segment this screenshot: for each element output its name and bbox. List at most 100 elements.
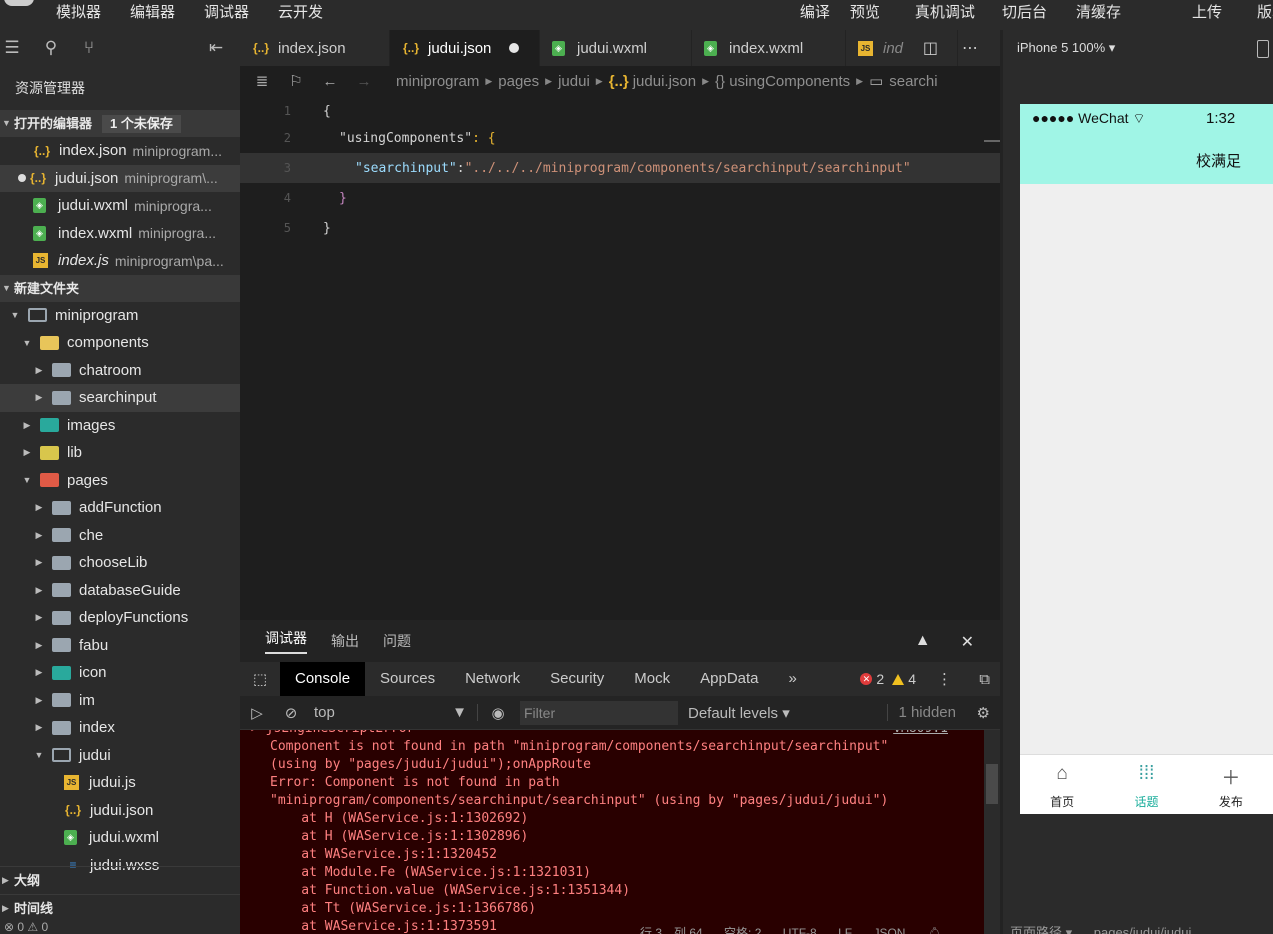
tab-publish[interactable]: ＋ 发布 bbox=[1189, 755, 1273, 814]
back-arrow-icon[interactable]: ← bbox=[318, 73, 342, 90]
timeline-header[interactable]: ▶ 时间线 bbox=[0, 894, 240, 921]
tree-item[interactable]: ▶ images bbox=[0, 412, 240, 440]
open-editor-item[interactable]: JS index.js miniprogram\pa... bbox=[0, 247, 240, 275]
tree-item[interactable]: ▶ che bbox=[0, 522, 240, 550]
source-link[interactable]: VM809:1 bbox=[893, 730, 948, 738]
tab-output[interactable]: 输出 bbox=[331, 631, 359, 651]
bookmark-icon[interactable]: ⚐ bbox=[284, 72, 308, 90]
folder-header[interactable]: ▼ 新建文件夹 bbox=[0, 274, 240, 302]
upload-button[interactable]: 上传 bbox=[1192, 1, 1222, 22]
tree-item[interactable]: ▶ databaseGuide bbox=[0, 577, 240, 605]
issue-counts[interactable]: ✕ 2 4 bbox=[860, 671, 916, 687]
menu-simulator[interactable]: 模拟器 bbox=[56, 1, 101, 22]
open-editor-item[interactable]: {..} judui.json miniprogram\... bbox=[0, 164, 240, 192]
cursor-position[interactable]: 行 3，列 64 bbox=[640, 926, 703, 934]
levels-dropdown[interactable]: Default levels ▾ bbox=[688, 704, 838, 722]
preview-button[interactable]: 预览 bbox=[850, 1, 880, 22]
tree-item[interactable]: ▶ searchinput bbox=[0, 384, 240, 412]
tab-sources[interactable]: Sources bbox=[365, 662, 450, 696]
problems-status[interactable]: ⊗ 0 ⚠ 0 bbox=[0, 920, 48, 934]
device-select[interactable]: iPhone 5 100% ▾ bbox=[1017, 40, 1115, 56]
editor-tab[interactable]: ◈ index.wxml bbox=[692, 30, 846, 66]
tab-debugger[interactable]: 调试器 bbox=[265, 628, 307, 654]
open-editor-item[interactable]: ◈ judui.wxml miniprogra... bbox=[0, 192, 240, 220]
tab-mock[interactable]: Mock bbox=[619, 662, 685, 696]
tab-home[interactable]: ⌂ 首页 bbox=[1020, 755, 1104, 814]
menu-editor[interactable]: 编辑器 bbox=[130, 1, 175, 22]
tree-item[interactable]: ▼ miniprogram bbox=[0, 302, 240, 330]
outline-list-icon[interactable]: ≣ bbox=[250, 72, 274, 90]
tree-item[interactable]: ▶ index bbox=[0, 714, 240, 742]
gear-icon[interactable]: ⚙ bbox=[977, 704, 990, 722]
editor-tab[interactable]: ◈ judui.wxml bbox=[540, 30, 692, 66]
tree-item[interactable]: ▶ chooseLib bbox=[0, 549, 240, 577]
inspect-element-icon[interactable]: ⬚ bbox=[240, 670, 280, 688]
line-ending[interactable]: LF bbox=[838, 926, 852, 934]
tree-item[interactable]: ▼ judui bbox=[0, 742, 240, 770]
outline-header[interactable]: ▶ 大纲 bbox=[0, 866, 240, 893]
breadcrumb-item[interactable]: searchi bbox=[889, 73, 937, 90]
tab-console[interactable]: Console bbox=[280, 662, 366, 696]
code-editor[interactable]: 1{ 2 "usingComponents": { 3 "searchinput":… bbox=[240, 96, 1000, 620]
editor-tab[interactable]: {..} judui.json bbox=[390, 30, 540, 66]
phone-screen[interactable]: ●●●●● WeChat ⌔ 1:32 校满足 ⌂ 首页 ⁞⁞⁞ 话题 ＋ 发布 bbox=[1020, 104, 1273, 814]
tree-item[interactable]: JS judui.js bbox=[0, 769, 240, 797]
tree-item[interactable]: ▶ chatroom bbox=[0, 357, 240, 385]
console-output[interactable]: ▸ jsEngineScriptError VM809:1 Component … bbox=[240, 730, 984, 934]
list-icon[interactable]: ☰ bbox=[2, 38, 22, 58]
background-button[interactable]: 切后台 bbox=[1002, 1, 1047, 22]
tab-network[interactable]: Network bbox=[450, 662, 535, 696]
indent-setting[interactable]: 空格: 2 bbox=[724, 926, 761, 934]
tree-item[interactable]: ▶ icon bbox=[0, 659, 240, 687]
maximize-panel-icon[interactable]: ▲ bbox=[915, 632, 931, 652]
branch-icon[interactable]: ⑂ bbox=[79, 38, 99, 58]
tab-security[interactable]: Security bbox=[535, 662, 619, 696]
editor-tab[interactable]: {..} index.json bbox=[240, 30, 390, 66]
compile-button[interactable]: 编译 bbox=[800, 1, 830, 22]
filter-input[interactable]: Filter bbox=[520, 700, 678, 725]
open-editor-item[interactable]: ◈ index.wxml miniprogra... bbox=[0, 220, 240, 248]
tree-item[interactable]: ▶ fabu bbox=[0, 632, 240, 660]
language-mode[interactable]: JSON bbox=[873, 926, 905, 934]
phone-icon[interactable] bbox=[1257, 40, 1269, 58]
open-editor-item[interactable]: {..} index.json miniprogram... bbox=[0, 137, 240, 165]
tree-item[interactable]: ▶ addFunction bbox=[0, 494, 240, 522]
tree-item[interactable]: ▼ components bbox=[0, 329, 240, 357]
remote-debug-button[interactable]: 真机调试 bbox=[915, 1, 975, 22]
close-panel-icon[interactable]: ✕ bbox=[961, 632, 974, 652]
breadcrumb-item[interactable]: miniprogram bbox=[396, 73, 479, 90]
page-path-dropdown[interactable]: 页面路径 ▾ bbox=[1010, 925, 1072, 934]
eye-icon[interactable]: ◉ bbox=[478, 704, 518, 722]
collapse-sidebar-icon[interactable]: ⇤ bbox=[206, 38, 226, 58]
breadcrumb-item[interactable]: {} usingComponents bbox=[715, 73, 850, 90]
tree-item[interactable]: ▶ im bbox=[0, 687, 240, 715]
context-select[interactable]: top ▼ bbox=[308, 704, 478, 721]
console-scrollbar[interactable] bbox=[984, 730, 1000, 934]
breadcrumb-item[interactable]: pages bbox=[498, 73, 539, 90]
tab-appdata[interactable]: AppData bbox=[685, 662, 773, 696]
menu-cloud[interactable]: 云开发 bbox=[278, 1, 323, 22]
tree-item[interactable]: ▶ lib bbox=[0, 439, 240, 467]
kebab-menu-icon[interactable]: ⋮ bbox=[937, 670, 952, 688]
breadcrumb-item[interactable]: judui bbox=[558, 73, 590, 90]
tree-item[interactable]: ▶ deployFunctions bbox=[0, 604, 240, 632]
menu-debugger[interactable]: 调试器 bbox=[204, 1, 249, 22]
version-button[interactable]: 版本 bbox=[1257, 1, 1273, 22]
notification-bell-icon[interactable]: 🔔︎ bbox=[927, 926, 942, 934]
clear-console-icon[interactable]: ⊘ bbox=[274, 704, 308, 722]
tree-item[interactable]: ◈ judui.wxml bbox=[0, 824, 240, 852]
more-tabs-icon[interactable]: » bbox=[774, 662, 812, 696]
forward-arrow-icon[interactable]: → bbox=[352, 73, 376, 90]
split-editor-icon[interactable]: ◫ bbox=[923, 38, 938, 58]
open-editors-header[interactable]: ▼ 打开的编辑器 1 个未保存 bbox=[0, 110, 240, 137]
tree-item[interactable]: ▼ pages bbox=[0, 467, 240, 495]
unsaved-dot-icon[interactable] bbox=[509, 43, 520, 53]
clear-cache-button[interactable]: 清缓存 bbox=[1076, 1, 1121, 22]
tab-topic[interactable]: ⁞⁞⁞ 话题 bbox=[1104, 755, 1188, 814]
search-icon[interactable]: ⚲ bbox=[41, 38, 61, 58]
breadcrumb-item[interactable]: judui.json bbox=[633, 73, 696, 90]
sidebar-toggle-icon[interactable]: ▷ bbox=[240, 704, 274, 722]
encoding[interactable]: UTF-8 bbox=[783, 926, 817, 934]
dock-icon[interactable]: ⧉ bbox=[979, 671, 990, 688]
tab-problems[interactable]: 问题 bbox=[383, 631, 411, 651]
